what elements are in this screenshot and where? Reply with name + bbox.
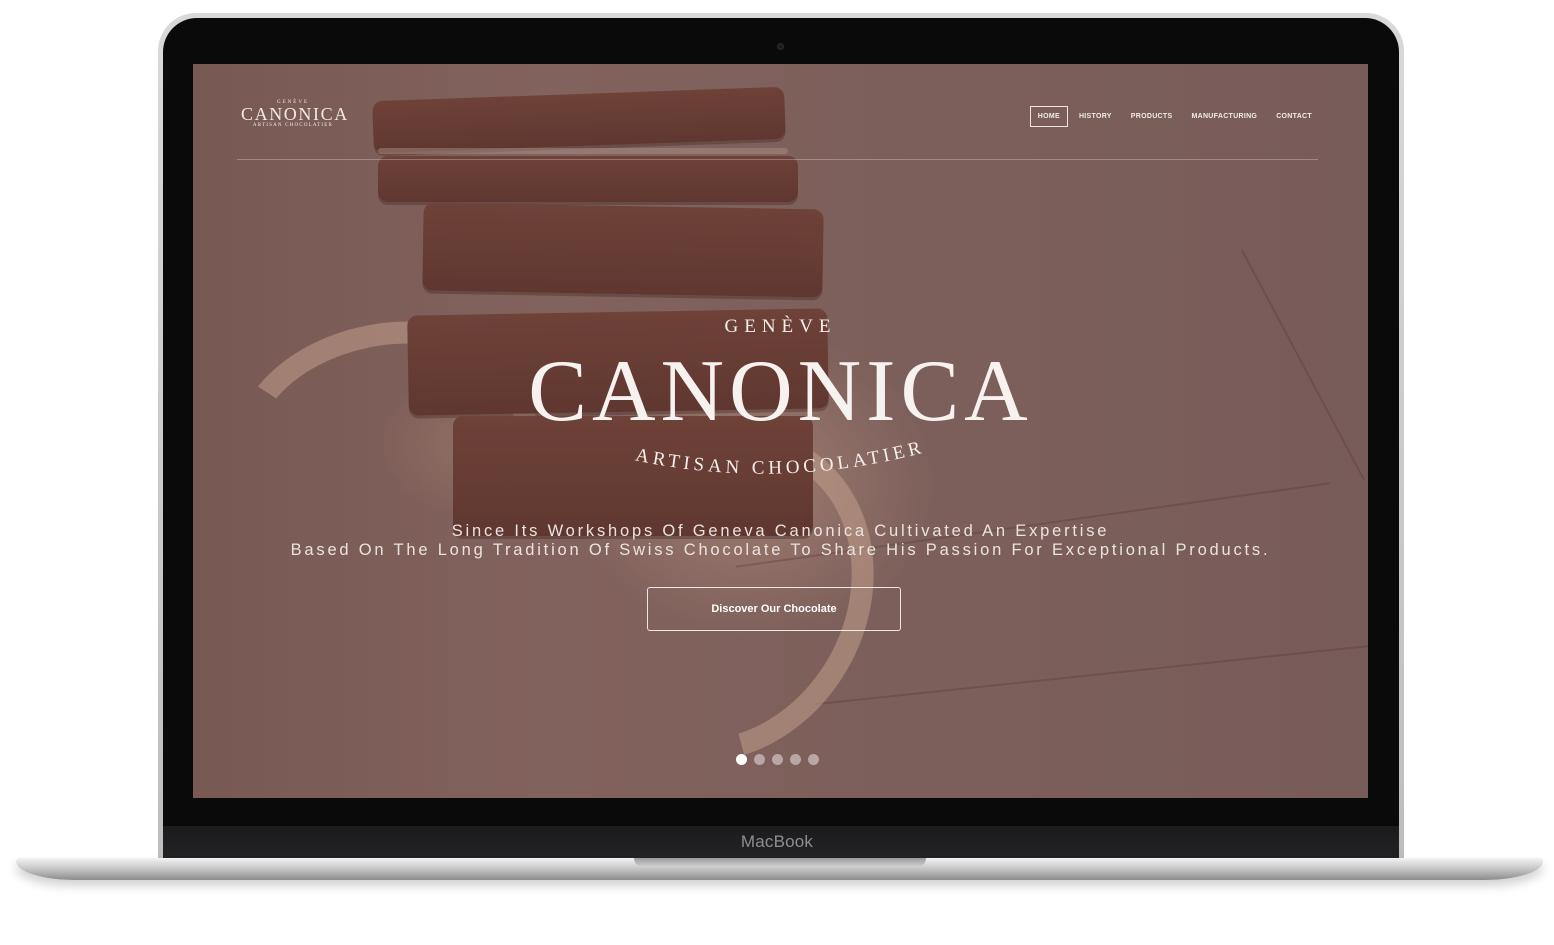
nav-item-products[interactable]: PRODUCTS — [1123, 106, 1181, 127]
slider-dot[interactable] — [808, 754, 819, 765]
slider-dot[interactable] — [790, 754, 801, 765]
laptop-notch — [634, 858, 926, 867]
hero-tagline-line-2: Based On The Long Tradition Of Swiss Cho… — [290, 541, 1271, 559]
nav-item-contact[interactable]: CONTACT — [1268, 106, 1320, 127]
slider-dot[interactable] — [772, 754, 783, 765]
nav-item-home[interactable]: HOME — [1029, 106, 1068, 127]
hero-brand-name: CANONICA — [528, 343, 1033, 440]
hero-subtitle: ARTISAN CHOCOLATIER — [634, 437, 923, 479]
discover-chocolate-button[interactable]: Discover Our Chocolate — [647, 587, 901, 631]
nav-item-manufacturing[interactable]: MANUFACTURING — [1183, 106, 1265, 127]
slider-pagination — [736, 754, 819, 765]
device-label: MacBook — [740, 832, 814, 851]
camera-icon — [777, 43, 784, 50]
nav-item-history[interactable]: HISTORY — [1071, 106, 1120, 127]
logo-name: CANONICA — [241, 104, 349, 124]
main-nav: HOME HISTORY PRODUCTS MANUFACTURING CONT… — [1027, 106, 1320, 127]
header-divider — [237, 159, 1318, 160]
hero-arc-text: ARTISAN CHOCOLATIER — [634, 437, 927, 479]
slider-dot[interactable] — [736, 754, 747, 765]
slider-dot[interactable] — [754, 754, 765, 765]
svg-text:ARTISAN CHOCOLATIER: ARTISAN CHOCOLATIER — [634, 437, 927, 479]
hero-location: GENÈVE — [724, 316, 837, 337]
logo-sub-text: ARTISAN CHOCOLATIER — [252, 123, 334, 128]
hero-tagline-line-1: Since Its Workshops Of Geneva Canonica C… — [451, 522, 1110, 540]
site-logo[interactable]: GENÈVE CANONICA ARTISAN CHOCOLATIER — [241, 100, 349, 128]
website-screen: GENÈVE CANONICA ARTISAN CHOCOLATIER HOME… — [193, 64, 1368, 798]
